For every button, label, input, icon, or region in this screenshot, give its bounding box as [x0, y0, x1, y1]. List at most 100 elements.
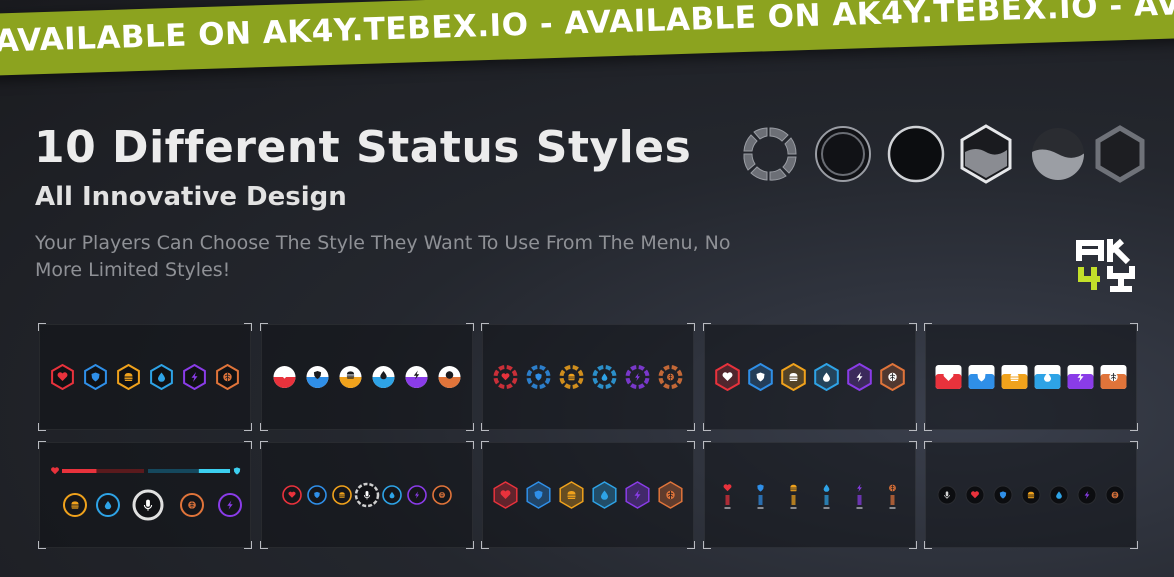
- status-thirst: [150, 363, 173, 391]
- status-health: [273, 366, 296, 388]
- panel-glow-hexagon[interactable]: [481, 441, 695, 549]
- status-icons: [51, 467, 242, 521]
- status-hunger: [1001, 365, 1028, 389]
- status-stress: [1105, 485, 1125, 505]
- page-subtitle: All Innovative Design: [35, 182, 347, 212]
- status-stamina: [625, 481, 650, 509]
- panel-vertical-gauge[interactable]: [703, 441, 917, 549]
- panel-rounded-square[interactable]: [924, 323, 1138, 431]
- stress-icon: [1109, 372, 1118, 382]
- status-thirst: [592, 481, 617, 509]
- status-icons: [935, 365, 1127, 389]
- status-stress: [438, 366, 461, 388]
- status-armor: [526, 481, 551, 509]
- status-stamina: [847, 362, 872, 392]
- status-stamina: [405, 366, 428, 388]
- status-armor: [306, 366, 329, 388]
- status-icons: [723, 484, 896, 509]
- status-thirst: [1049, 485, 1069, 505]
- status-stamina: [183, 363, 206, 391]
- status-health: [493, 481, 518, 509]
- status-hunger: [559, 365, 584, 389]
- status-thirst: [823, 484, 830, 509]
- stress-icon: [888, 372, 897, 382]
- hunger-icon: [790, 484, 797, 492]
- panel-bars-and-rings[interactable]: [38, 441, 252, 549]
- status-hunger: [332, 485, 352, 505]
- stress-icon: [667, 373, 674, 381]
- status-icons: [51, 363, 239, 391]
- status-thirst: [382, 485, 402, 505]
- hunger-icon: [568, 373, 575, 381]
- status-thirst: [1034, 365, 1061, 389]
- status-health: [965, 485, 985, 505]
- status-armor: [968, 365, 995, 389]
- status-armor: [84, 363, 107, 391]
- panel-small-ring[interactable]: [260, 441, 474, 549]
- status-stamina: [407, 485, 427, 505]
- panel-minimal-dot[interactable]: [924, 441, 1138, 549]
- status-stress: [889, 484, 896, 509]
- banner-text: AVAILABLE ON AK4Y.TEBEX.IO - AVAILABLE O…: [0, 0, 1174, 60]
- status-microphone: [132, 489, 164, 521]
- status-armor: [993, 485, 1013, 505]
- status-health: [715, 362, 740, 392]
- stress-icon: [223, 372, 232, 382]
- status-armor: [757, 484, 764, 509]
- status-thirst: [96, 493, 120, 517]
- status-stamina: [856, 484, 863, 509]
- status-stress: [658, 365, 683, 389]
- status-hunger: [1021, 485, 1041, 505]
- status-health: [935, 365, 962, 389]
- health-icon: [501, 373, 510, 381]
- status-thirst: [814, 362, 839, 392]
- status-health: [282, 485, 302, 505]
- thirst-icon: [601, 373, 608, 381]
- status-health: [51, 363, 74, 391]
- stress-icon: [188, 501, 196, 509]
- status-icons: [273, 366, 461, 388]
- status-icons: [715, 362, 905, 392]
- status-stress: [880, 362, 905, 392]
- thirst-icon: [823, 484, 830, 492]
- status-microphone: [354, 482, 380, 508]
- stress-icon: [889, 484, 896, 492]
- status-stamina: [1067, 365, 1094, 389]
- panel-half-fill-circle[interactable]: [260, 323, 474, 431]
- stress-icon: [439, 492, 445, 498]
- preview-segmented-ring: [743, 127, 797, 181]
- status-icons: [493, 481, 683, 509]
- armor-icon: [535, 373, 542, 381]
- status-hunger: [790, 484, 797, 509]
- panel-outline-hexagon[interactable]: [703, 323, 917, 431]
- status-hunger: [559, 481, 584, 509]
- status-hunger: [339, 366, 362, 388]
- preview-hexagon-fill: [960, 124, 1012, 184]
- health-icon: [723, 484, 732, 492]
- ak4y-logo: [1076, 238, 1135, 292]
- status-stress: [1100, 365, 1127, 389]
- status-stamina: [625, 365, 650, 389]
- status-hunger: [117, 363, 140, 391]
- health-icon: [51, 467, 59, 475]
- status-thirst: [372, 366, 395, 388]
- armor-icon: [757, 484, 764, 492]
- status-icons: [493, 365, 683, 389]
- status-stress: [180, 493, 204, 517]
- preview-double-ring: [815, 126, 871, 182]
- status-icons: [937, 485, 1125, 505]
- preview-outline-ring: [887, 125, 945, 183]
- page-description: Your Players Can Choose The Style They W…: [35, 232, 731, 281]
- status-microphone: [937, 485, 957, 505]
- stamina-icon: [635, 373, 640, 381]
- page-title: 10 Different Status Styles: [34, 122, 692, 173]
- stress-icon: [1111, 491, 1119, 499]
- availability-banner: AVAILABLE ON AK4Y.TEBEX.IO - AVAILABLE O…: [0, 0, 1174, 76]
- preview-hexagon-glow: [1095, 125, 1145, 183]
- status-thirst: [592, 365, 617, 389]
- status-health: [723, 484, 732, 509]
- status-hunger: [63, 493, 87, 517]
- panel-segmented-circle[interactable]: [481, 323, 695, 431]
- panel-dark-hexagon[interactable]: [38, 323, 252, 431]
- status-hunger: [781, 362, 806, 392]
